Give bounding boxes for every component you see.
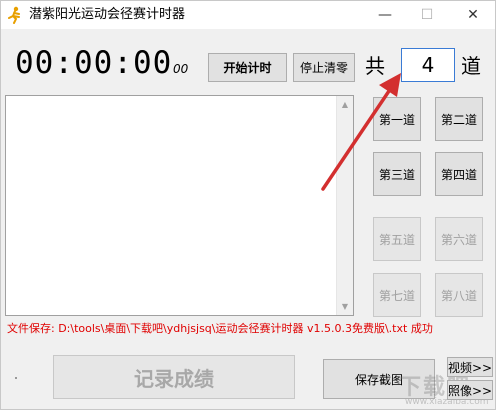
lane-button-2[interactable]: 第二道 xyxy=(435,97,483,141)
lane-total-suffix: 道 xyxy=(461,54,481,78)
scroll-up-arrow-icon[interactable]: ▲ xyxy=(337,96,353,113)
divider-dot xyxy=(15,377,17,379)
photo-button[interactable]: 照像>> xyxy=(447,380,493,400)
timer-display: 00:00:00 xyxy=(15,45,173,81)
minimize-button[interactable]: — xyxy=(365,1,405,29)
runner-icon xyxy=(7,6,23,24)
results-log[interactable]: ▲ ▼ xyxy=(5,95,354,316)
lane-total-prefix: 共 xyxy=(365,54,385,78)
lane-count-input[interactable]: 4 xyxy=(401,48,455,82)
title-bar: 潜紫阳光运动会径赛计时器 — ☐ ✕ xyxy=(1,1,495,29)
save-status-text: 文件保存: D:\tools\桌面\下载吧\ydhjsjsq\运动会径赛计时器 … xyxy=(7,322,433,335)
maximize-button[interactable]: ☐ xyxy=(407,1,447,29)
close-icon: ✕ xyxy=(467,7,479,23)
window-title: 潜紫阳光运动会径赛计时器 xyxy=(29,7,186,22)
timer-milliseconds: 00 xyxy=(173,62,189,76)
lane-button-4[interactable]: 第四道 xyxy=(435,152,483,196)
lane-button-1[interactable]: 第一道 xyxy=(373,97,421,141)
maximize-icon: ☐ xyxy=(420,7,434,23)
lane-button-8[interactable]: 第八道 xyxy=(435,273,483,317)
close-button[interactable]: ✕ xyxy=(453,1,493,29)
results-scrollbar[interactable]: ▲ ▼ xyxy=(336,96,353,315)
stop-clear-button[interactable]: 停止清零 xyxy=(293,53,355,82)
lane-button-7[interactable]: 第七道 xyxy=(373,273,421,317)
record-results-button[interactable]: 记录成绩 xyxy=(53,355,295,399)
video-button[interactable]: 视频>> xyxy=(447,357,493,377)
scroll-down-arrow-icon[interactable]: ▼ xyxy=(337,298,353,315)
lane-button-6[interactable]: 第六道 xyxy=(435,217,483,261)
lane-button-5[interactable]: 第五道 xyxy=(373,217,421,261)
minimize-icon: — xyxy=(378,7,392,23)
app-window: 潜紫阳光运动会径赛计时器 — ☐ ✕ 00:00:00 00 开始计时 停止清零… xyxy=(0,0,496,410)
lane-button-3[interactable]: 第三道 xyxy=(373,152,421,196)
start-timing-button[interactable]: 开始计时 xyxy=(208,53,287,82)
